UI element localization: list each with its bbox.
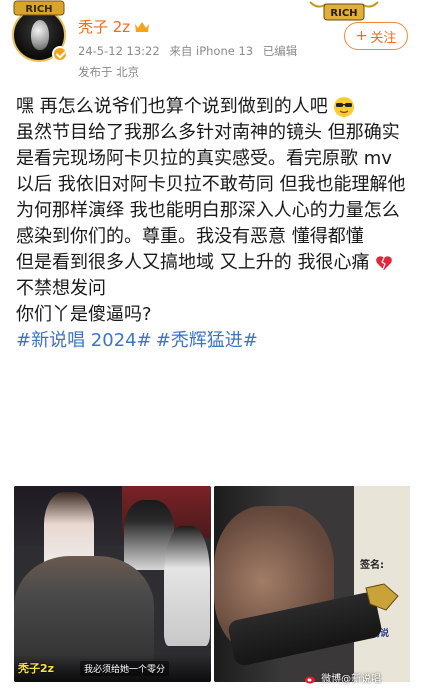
post-timestamp: 24-5-12 13:22 <box>78 44 160 58</box>
sunglasses-emoji-icon <box>334 97 355 117</box>
watermark: 微博@新说唱 <box>304 670 381 685</box>
watermark-text: 微博@新说唱 <box>321 674 382 685</box>
rich-chain-icon: RICH <box>309 1 379 21</box>
post-text-line1: 嘿 再怎么说爷们也算个说到做到的人吧 <box>16 96 328 117</box>
rich-badge-text: RICH <box>25 4 52 15</box>
post-paragraph-1: 嘿 再怎么说爷们也算个说到做到的人吧 <box>16 94 412 120</box>
hashtag-tuhuimengjin[interactable]: #秃辉猛进# <box>156 330 258 351</box>
post-meta: 24-5-12 13:22 来自 iPhone 13 已编辑 <box>78 43 303 59</box>
plus-icon: + <box>355 28 368 44</box>
hashtags: #新说唱 2024# #秃辉猛进# <box>16 328 412 354</box>
vip-crown-icon <box>135 21 150 32</box>
post-paragraph-3: 但是看到很多人又搞地域 又上升的 我很心痛 不禁想发问 <box>16 250 412 302</box>
post-text-line3b: 不禁想发问 <box>16 278 106 299</box>
verified-icon <box>52 46 68 62</box>
person-figure <box>164 526 210 646</box>
username[interactable]: 秃子 2z <box>78 16 130 37</box>
post-paragraph-4: 你们丫是傻逼吗? <box>16 304 152 325</box>
username-row[interactable]: 秃子 2z <box>78 16 150 37</box>
post-body: 嘿 再怎么说爷们也算个说到做到的人吧 虽然节目给了我那么多针对南神的镜头 但那确… <box>16 94 412 354</box>
weibo-logo-icon <box>305 676 315 684</box>
post-paragraph-2: 虽然节目给了我那么多针对南神的镜头 但那确实是看完现场阿卡贝拉的真实感受。看完原… <box>16 122 406 247</box>
rich-badge-icon: RICH <box>13 0 65 16</box>
post-image-1[interactable]: 秃子2z 我必须给她一个零分 <box>14 486 211 682</box>
gold-ornament-icon <box>365 583 399 611</box>
avatar-image <box>31 20 49 50</box>
follow-button[interactable]: + 关注 <box>344 22 408 50</box>
broken-heart-emoji-icon <box>376 256 392 270</box>
svg-text:RICH: RICH <box>330 8 357 19</box>
edited-label[interactable]: 已编辑 <box>263 44 298 58</box>
post-location: 发布于 北京 <box>78 65 140 79</box>
avatar-container[interactable]: RICH <box>12 0 68 62</box>
post-header: RICH 秃子 2z 24-5-12 13:22 来自 iPhone 13 已编… <box>0 0 424 92</box>
hashtag-xinshuochang[interactable]: #新说唱 2024# <box>16 330 152 351</box>
follow-label: 关注 <box>370 30 397 46</box>
caption-subtitle: 我必须给她一个零分 <box>80 661 170 676</box>
caption-name: 秃子2z <box>18 662 55 675</box>
post-source: 来自 iPhone 13 <box>169 44 254 58</box>
sign-label: 签名: <box>360 560 384 571</box>
post-text-line3: 但是看到很多人又搞地域 又上升的 我很心痛 <box>16 252 370 273</box>
post-image-2[interactable]: 签名: 河南说 <box>214 486 410 682</box>
